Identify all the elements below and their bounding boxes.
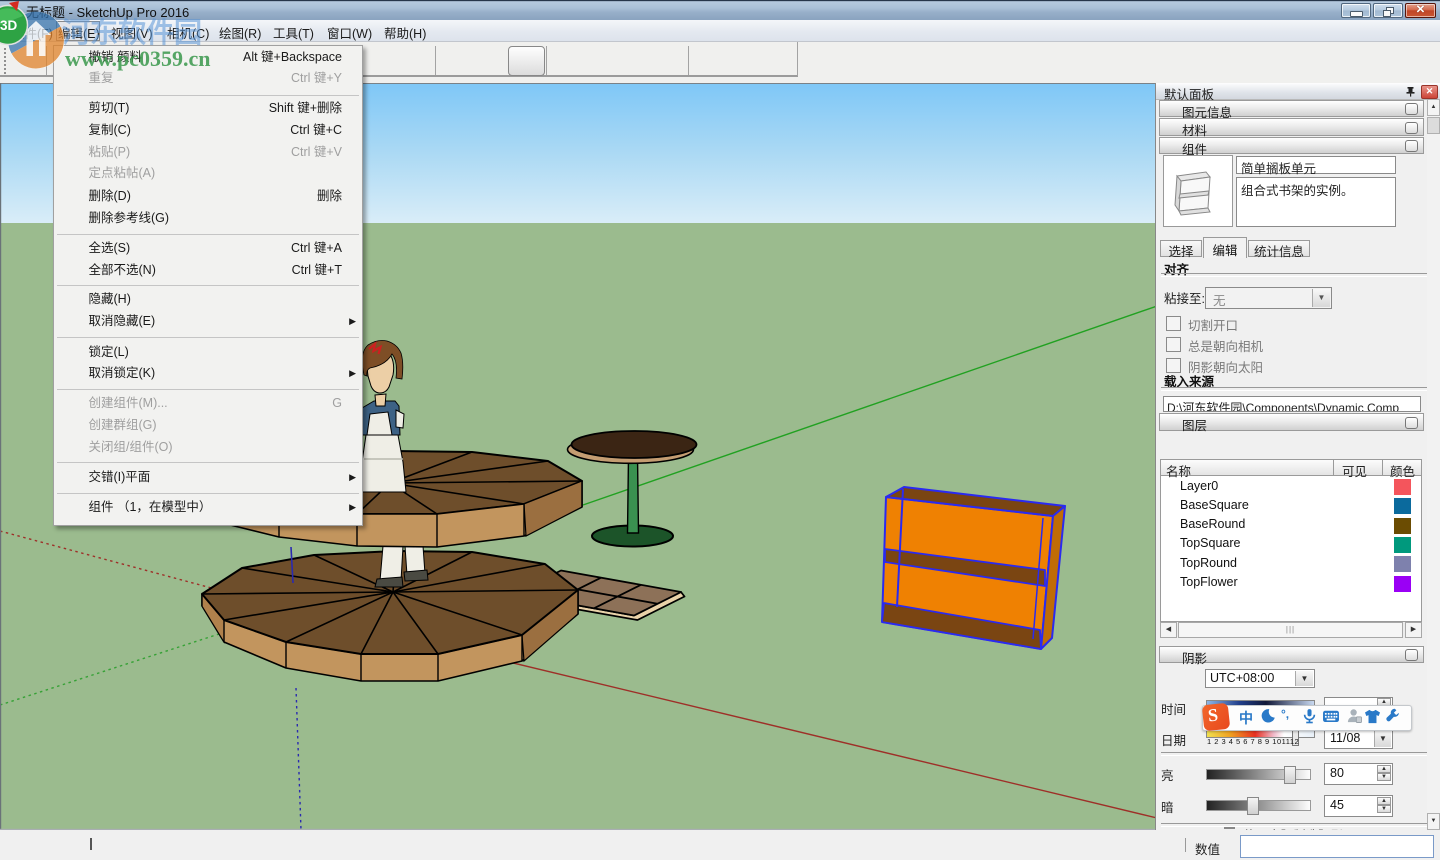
svg-text:3D: 3D xyxy=(0,18,18,33)
